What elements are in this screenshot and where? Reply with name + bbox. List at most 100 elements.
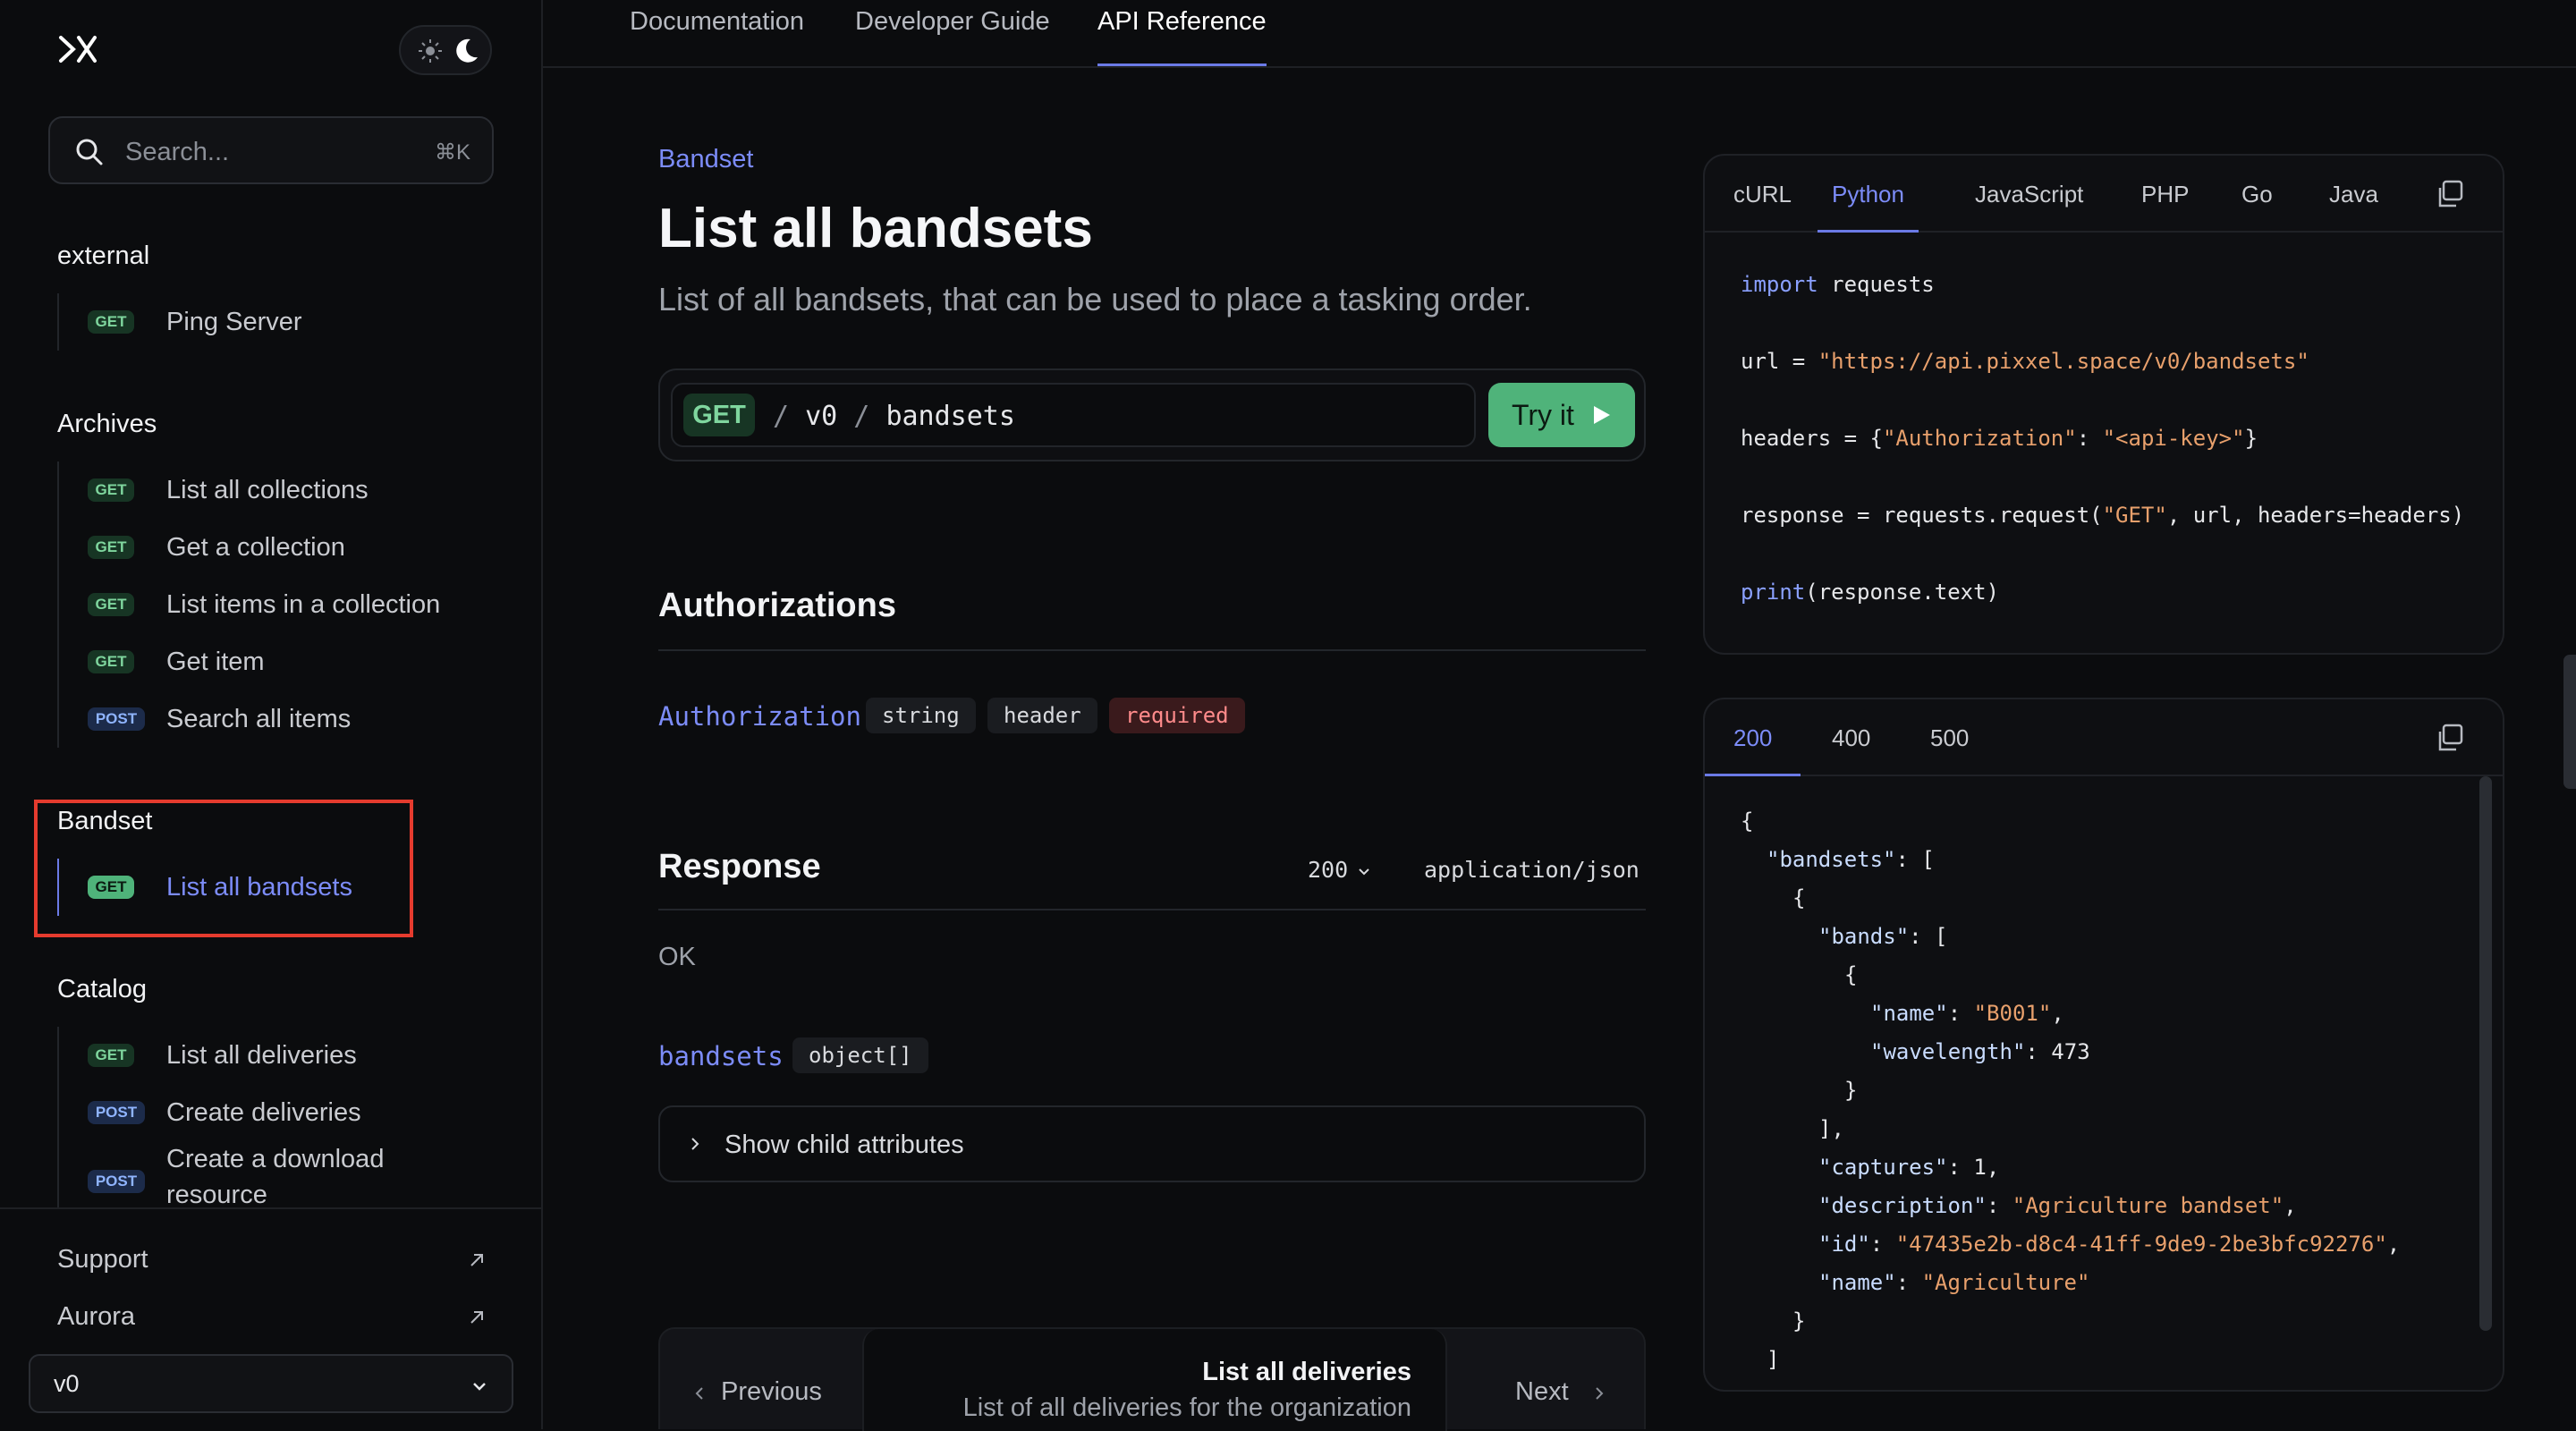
param-location-chip: header (987, 698, 1097, 733)
copy-icon[interactable] (2435, 179, 2465, 209)
sidebar-item-list-all-collections[interactable]: GET List all collections (59, 461, 435, 519)
group-title-external: external (57, 241, 150, 270)
json-line: "captures": 1, (1818, 1155, 2000, 1180)
nav-list-archives: GET List all collections GET Get a colle… (57, 461, 440, 748)
tab-java[interactable]: Java (2329, 181, 2378, 233)
sidebar-item-ping-server[interactable]: GET Ping Server (59, 293, 435, 351)
search-shortcut: ⌘K (434, 140, 470, 165)
response-title: Response (658, 848, 821, 885)
code-line: headers = {"Authorization": "<api-key>"} (1741, 426, 2258, 451)
code-line: response = requests.request("GET", url, … (1741, 503, 2465, 528)
divider (658, 649, 1646, 651)
field-name: bandsets (658, 1041, 784, 1071)
tab-200[interactable]: 200 (1705, 724, 1801, 776)
sidebar-item-create-download-resource[interactable]: POST Create a download resource (59, 1141, 435, 1213)
path-segment: bandsets (886, 401, 1015, 432)
json-line: } (1792, 1308, 1806, 1334)
breadcrumb[interactable]: Bandset (658, 145, 753, 174)
tab-500[interactable]: 500 (1930, 724, 1969, 776)
next-page-card[interactable]: List all deliveries List of all deliveri… (862, 1329, 1447, 1431)
code-line: import requests (1741, 272, 1935, 297)
json-line: ] (1767, 1347, 1780, 1372)
moon-icon (456, 38, 478, 63)
previous-label: Previous (721, 1377, 822, 1406)
authorizations-title: Authorizations (658, 587, 896, 624)
path-segment: v0 (805, 401, 838, 432)
scrollbar[interactable] (2479, 776, 2492, 1331)
search-placeholder: Search... (125, 138, 230, 166)
tab-400[interactable]: 400 (1832, 724, 1870, 776)
page-title: List all bandsets (658, 198, 1093, 259)
response-content-type: application/json (1424, 857, 1640, 883)
search-input[interactable]: Search... ⌘K (48, 116, 494, 184)
sidebar-item-get-item[interactable]: GET Get item (59, 633, 435, 690)
json-line: { (1844, 962, 1858, 987)
sidebar-footer: Support Aurora v0 (0, 1207, 541, 1429)
tab-go[interactable]: Go (2241, 181, 2273, 233)
method-badge: POST (88, 1101, 145, 1124)
previous-page-button[interactable]: Previous (660, 1329, 866, 1431)
logo-icon[interactable] (57, 34, 98, 64)
response-status-tabs: 200 400 500 (1705, 699, 2503, 776)
sidebar-item-search-all-items[interactable]: POST Search all items (59, 690, 435, 748)
next-page-button[interactable]: Next (1447, 1329, 1648, 1431)
aurora-link[interactable]: Aurora (57, 1302, 135, 1332)
sidebar-item-list-all-deliveries[interactable]: GET List all deliveries (59, 1027, 435, 1084)
method-badge: POST (88, 1170, 145, 1193)
tab-developer-guide[interactable]: Developer Guide (855, 7, 1050, 66)
tab-php[interactable]: PHP (2141, 181, 2189, 233)
tab-curl[interactable]: cURL (1733, 181, 1792, 233)
try-it-button[interactable]: Try it (1488, 383, 1635, 447)
method-badge: GET (88, 536, 134, 559)
page-subtitle: List of all bandsets, that can be used t… (658, 281, 1532, 318)
theme-toggle[interactable] (399, 25, 492, 75)
json-line: "description": "Agriculture bandset", (1818, 1193, 2297, 1218)
sidebar-item-label: Get a collection (166, 533, 345, 562)
sidebar-item-label: Get item (166, 648, 265, 676)
tab-documentation[interactable]: Documentation (630, 7, 804, 66)
chevron-right-icon (1596, 1387, 1604, 1400)
show-child-attributes-button[interactable]: Show child attributes (658, 1105, 1646, 1182)
group-title-catalog: Catalog (57, 975, 147, 1003)
method-badge: GET (88, 310, 134, 334)
search-icon (76, 139, 103, 165)
tab-javascript[interactable]: JavaScript (1975, 181, 2083, 233)
version-select[interactable]: v0 (29, 1354, 513, 1413)
response-status-select[interactable]: 200 (1308, 857, 1348, 883)
version-value: v0 (54, 1370, 80, 1397)
copy-icon[interactable] (2435, 723, 2465, 753)
sidebar-item-create-deliveries[interactable]: POST Create deliveries (59, 1084, 435, 1141)
pager: Previous List all deliveries List of all… (658, 1327, 1648, 1431)
support-link[interactable]: Support (57, 1245, 148, 1274)
chevron-down-icon (473, 1383, 486, 1391)
chevron-down-icon[interactable] (1356, 864, 1372, 880)
field-type-chip: object[] (792, 1037, 928, 1073)
next-label: Next (1515, 1377, 1569, 1406)
response-description: OK (658, 943, 696, 971)
sidebar-item-label: List all collections (166, 476, 369, 504)
external-arrow-icon (470, 1311, 483, 1324)
json-line: } (1844, 1078, 1858, 1103)
highlight-box (34, 800, 413, 937)
group-title-archives: Archives (57, 410, 157, 438)
nav-list-external: GET Ping Server (57, 293, 435, 351)
sidebar-item-label: Search all items (166, 705, 352, 733)
sidebar-item-get-a-collection[interactable]: GET Get a collection (59, 519, 435, 576)
method-badge: GET (88, 478, 134, 502)
param-type-chip: string (866, 698, 976, 733)
top-nav: Documentation Developer Guide API Refere… (543, 0, 2576, 68)
chevron-right-icon (691, 1138, 699, 1150)
page-scrollbar[interactable] (2563, 655, 2576, 789)
sidebar-item-list-items-in-collection[interactable]: GET List items in a collection (59, 576, 440, 633)
tab-api-reference[interactable]: API Reference (1097, 7, 1267, 66)
endpoint-path-field[interactable]: GET / v0 / bandsets (671, 383, 1476, 447)
json-line: "name": "Agriculture" (1818, 1270, 2090, 1295)
response-example-panel: 200 400 500 {"bandsets": [{"bands": [{"n… (1703, 698, 2504, 1392)
json-line: "bands": [ (1818, 924, 1948, 949)
param-required-chip: required (1109, 698, 1245, 733)
next-page-description: List of all deliveries for the organizat… (962, 1393, 1411, 1422)
tab-python[interactable]: Python (1818, 181, 1919, 233)
json-line: ], (1818, 1116, 1844, 1141)
nav-list-catalog: GET List all deliveries POST Create deli… (57, 1027, 435, 1213)
external-arrow-icon (470, 1254, 483, 1266)
